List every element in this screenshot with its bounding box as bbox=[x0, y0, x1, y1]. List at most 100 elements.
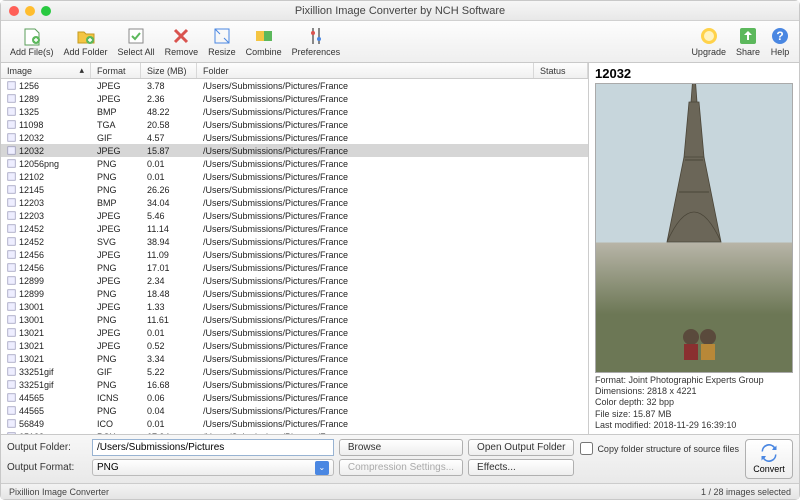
zoom-window-icon[interactable] bbox=[41, 6, 51, 16]
output-format-select[interactable]: PNG ⌄ bbox=[92, 459, 334, 476]
cell-image: 12899 bbox=[1, 276, 91, 286]
table-row[interactable]: 44565PNG0.04/Users/Submissions/Pictures/… bbox=[1, 404, 588, 417]
cell-folder: /Users/Submissions/Pictures/France bbox=[197, 406, 534, 416]
preferences-button[interactable]: Preferences bbox=[287, 24, 346, 59]
svg-text:?: ? bbox=[776, 29, 783, 43]
add-folder-button[interactable]: Add Folder bbox=[59, 24, 113, 59]
cell-image: 12032 bbox=[1, 146, 91, 156]
table-row[interactable]: 12032GIF4.57/Users/Submissions/Pictures/… bbox=[1, 131, 588, 144]
output-format-label: Output Format: bbox=[7, 462, 87, 473]
help-button[interactable]: ?Help bbox=[765, 24, 795, 59]
table-row[interactable]: 13001PNG11.61/Users/Submissions/Pictures… bbox=[1, 313, 588, 326]
table-row[interactable]: 33251gifGIF5.22/Users/Submissions/Pictur… bbox=[1, 365, 588, 378]
cell-image: 11098 bbox=[1, 120, 91, 130]
table-row[interactable]: 12452JPEG11.14/Users/Submissions/Picture… bbox=[1, 222, 588, 235]
table-row[interactable]: 12203JPEG5.46/Users/Submissions/Pictures… bbox=[1, 209, 588, 222]
effects-button[interactable]: Effects... bbox=[468, 459, 574, 476]
convert-button[interactable]: Convert bbox=[745, 439, 793, 479]
cell-size: 1.33 bbox=[141, 302, 197, 312]
table-row[interactable]: 12203BMP34.04/Users/Submissions/Pictures… bbox=[1, 196, 588, 209]
table-row[interactable]: 12899JPEG2.34/Users/Submissions/Pictures… bbox=[1, 274, 588, 287]
cell-folder: /Users/Submissions/Pictures/France bbox=[197, 237, 534, 247]
file-icon bbox=[7, 354, 16, 363]
cell-size: 11.14 bbox=[141, 224, 197, 234]
table-row[interactable]: 12452SVG38.94/Users/Submissions/Pictures… bbox=[1, 235, 588, 248]
file-rows: 1256JPEG3.78/Users/Submissions/Pictures/… bbox=[1, 79, 588, 434]
table-row[interactable]: 12456JPEG11.09/Users/Submissions/Picture… bbox=[1, 248, 588, 261]
upgrade-button[interactable]: Upgrade bbox=[686, 24, 731, 59]
browse-button[interactable]: Browse bbox=[339, 439, 463, 456]
file-icon bbox=[7, 107, 16, 116]
cell-image: 33251gif bbox=[1, 367, 91, 377]
file-icon bbox=[7, 341, 16, 350]
cell-format: PNG bbox=[91, 159, 141, 169]
table-row[interactable]: 11098TGA20.58/Users/Submissions/Pictures… bbox=[1, 118, 588, 131]
cell-format: GIF bbox=[91, 133, 141, 143]
cell-format: JPEG bbox=[91, 341, 141, 351]
cell-size: 0.01 bbox=[141, 328, 197, 338]
cell-size: 0.04 bbox=[141, 406, 197, 416]
col-image[interactable]: Image▴ bbox=[1, 63, 91, 78]
resize-button[interactable]: Resize bbox=[203, 24, 241, 59]
table-row[interactable]: 13021JPEG0.52/Users/Submissions/Pictures… bbox=[1, 339, 588, 352]
preferences-icon bbox=[306, 26, 326, 46]
preview-metadata: Format: Joint Photographic Experts Group… bbox=[595, 373, 793, 431]
table-row[interactable]: 12145PNG26.26/Users/Submissions/Pictures… bbox=[1, 183, 588, 196]
table-row[interactable]: 12056pngPNG0.01/Users/Submissions/Pictur… bbox=[1, 157, 588, 170]
cell-size: 0.52 bbox=[141, 341, 197, 351]
close-window-icon[interactable] bbox=[9, 6, 19, 16]
table-row[interactable]: 1256JPEG3.78/Users/Submissions/Pictures/… bbox=[1, 79, 588, 92]
cell-folder: /Users/Submissions/Pictures/France bbox=[197, 380, 534, 390]
remove-button[interactable]: Remove bbox=[160, 24, 204, 59]
cell-image: 12032 bbox=[1, 133, 91, 143]
file-icon bbox=[7, 120, 16, 129]
preview-image bbox=[595, 83, 793, 373]
table-row[interactable]: 12456PNG17.01/Users/Submissions/Pictures… bbox=[1, 261, 588, 274]
table-row[interactable]: 12899PNG18.48/Users/Submissions/Pictures… bbox=[1, 287, 588, 300]
toolbar: Add File(s)Add FolderSelect AllRemoveRes… bbox=[1, 21, 799, 63]
col-format[interactable]: Format bbox=[91, 63, 141, 78]
cell-folder: /Users/Submissions/Pictures/France bbox=[197, 198, 534, 208]
cell-size: 5.46 bbox=[141, 211, 197, 221]
table-row[interactable]: 1289JPEG2.36/Users/Submissions/Pictures/… bbox=[1, 92, 588, 105]
table-row[interactable]: 33251gifPNG16.68/Users/Submissions/Pictu… bbox=[1, 378, 588, 391]
cell-image: 1289 bbox=[1, 94, 91, 104]
convert-icon bbox=[760, 444, 778, 462]
table-row[interactable]: 13001JPEG1.33/Users/Submissions/Pictures… bbox=[1, 300, 588, 313]
cell-size: 0.06 bbox=[141, 393, 197, 403]
cell-size: 11.61 bbox=[141, 315, 197, 325]
add-files-button[interactable]: Add File(s) bbox=[5, 24, 59, 59]
cell-image: 44565 bbox=[1, 406, 91, 416]
table-row[interactable]: 13021JPEG0.01/Users/Submissions/Pictures… bbox=[1, 326, 588, 339]
table-row[interactable]: 1325BMP48.22/Users/Submissions/Pictures/… bbox=[1, 105, 588, 118]
share-button[interactable]: Share bbox=[731, 24, 765, 59]
cell-folder: /Users/Submissions/Pictures/France bbox=[197, 224, 534, 234]
col-folder[interactable]: Folder bbox=[197, 63, 534, 78]
table-row[interactable]: 12102PNG0.01/Users/Submissions/Pictures/… bbox=[1, 170, 588, 183]
copy-structure-checkbox-input[interactable] bbox=[580, 442, 593, 455]
resize-icon bbox=[212, 26, 232, 46]
file-icon bbox=[7, 276, 16, 285]
cell-format: PNG bbox=[91, 380, 141, 390]
add-folder-icon bbox=[76, 26, 96, 46]
table-row[interactable]: 56849ICO0.01/Users/Submissions/Pictures/… bbox=[1, 417, 588, 430]
file-icon bbox=[7, 211, 16, 220]
cell-image: 13001 bbox=[1, 302, 91, 312]
output-folder-input[interactable] bbox=[92, 439, 334, 456]
copy-structure-checkbox[interactable]: Copy folder structure of source files bbox=[580, 442, 739, 455]
open-output-folder-button[interactable]: Open Output Folder bbox=[468, 439, 574, 456]
table-row[interactable]: 12032JPEG15.87/Users/Submissions/Picture… bbox=[1, 144, 588, 157]
minimize-window-icon[interactable] bbox=[25, 6, 35, 16]
col-size[interactable]: Size (MB) bbox=[141, 63, 197, 78]
table-row[interactable]: 13021PNG3.34/Users/Submissions/Pictures/… bbox=[1, 352, 588, 365]
compression-settings-button[interactable]: Compression Settings... bbox=[339, 459, 463, 476]
combine-button[interactable]: Combine bbox=[241, 24, 287, 59]
col-status[interactable]: Status bbox=[534, 63, 588, 78]
table-row[interactable]: 44565ICNS0.06/Users/Submissions/Pictures… bbox=[1, 391, 588, 404]
sort-asc-icon: ▴ bbox=[79, 65, 84, 76]
file-icon bbox=[7, 237, 16, 246]
cell-folder: /Users/Submissions/Pictures/France bbox=[197, 315, 534, 325]
cell-size: 0.01 bbox=[141, 159, 197, 169]
select-all-button[interactable]: Select All bbox=[113, 24, 160, 59]
output-folder-label: Output Folder: bbox=[7, 442, 87, 453]
